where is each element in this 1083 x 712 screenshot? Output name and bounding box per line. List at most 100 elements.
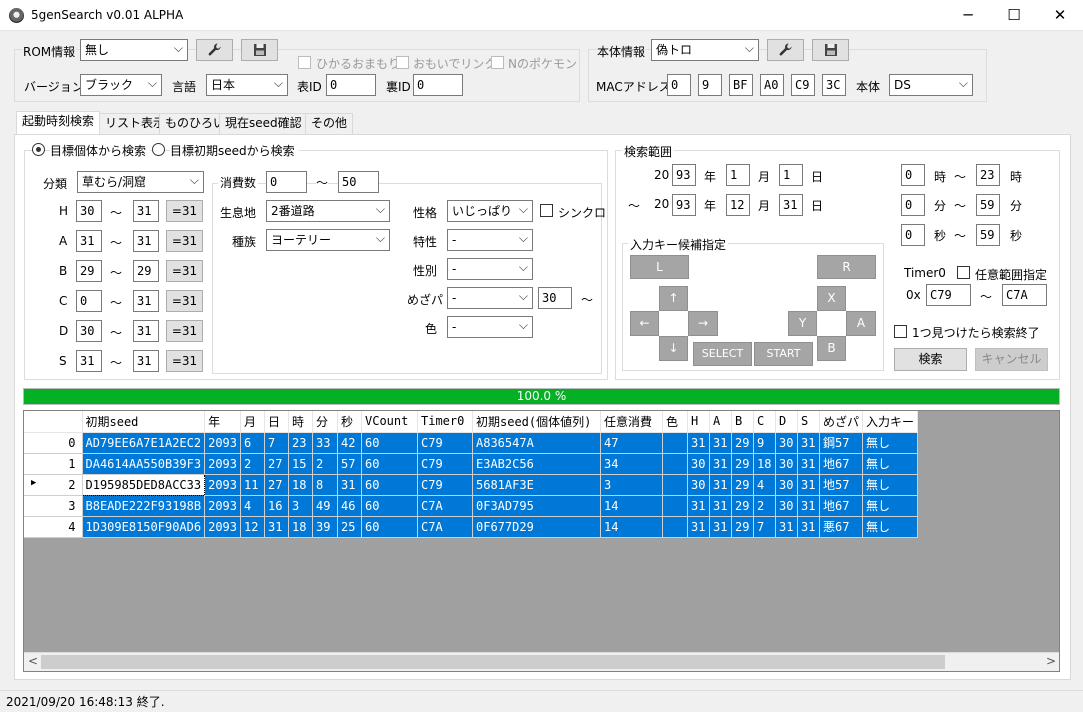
table-cell[interactable]: 31 bbox=[709, 474, 732, 496]
row-header[interactable]: ▶ 2 bbox=[24, 474, 83, 496]
table-cell[interactable]: 無し bbox=[862, 474, 919, 496]
table-cell[interactable]: C79 bbox=[417, 453, 473, 475]
table-cell[interactable]: 31 bbox=[687, 432, 710, 454]
column-header[interactable]: 任意消費 bbox=[600, 411, 663, 433]
table-cell[interactable]: 7 bbox=[264, 432, 289, 454]
column-header[interactable]: めざパ bbox=[819, 411, 864, 433]
table-cell[interactable]: 0F677D29 bbox=[472, 516, 601, 538]
table-cell[interactable]: C79 bbox=[417, 432, 473, 454]
table-cell[interactable]: 60 bbox=[361, 474, 418, 496]
table-cell[interactable]: 23 bbox=[288, 432, 313, 454]
column-header[interactable]: 色 bbox=[662, 411, 688, 433]
table-cell[interactable]: 42 bbox=[337, 432, 362, 454]
table-cell[interactable]: 18 bbox=[288, 474, 313, 496]
minimize-button[interactable]: ─ bbox=[945, 0, 991, 30]
timer0-max-input[interactable]: C7A bbox=[1002, 284, 1047, 306]
table-cell[interactable]: 57 bbox=[337, 453, 362, 475]
maximize-button[interactable]: ☐ bbox=[991, 0, 1037, 30]
front-id-input[interactable]: 0 bbox=[326, 74, 376, 96]
mode-target-individual-radio[interactable] bbox=[32, 143, 45, 156]
table-cell[interactable] bbox=[662, 432, 688, 454]
column-header[interactable]: A bbox=[709, 411, 732, 433]
row-header[interactable]: 0 bbox=[24, 432, 83, 454]
table-cell[interactable]: 地67 bbox=[819, 453, 864, 475]
stat-a-max-button[interactable]: =31 bbox=[166, 230, 203, 252]
table-cell[interactable]: 60 bbox=[361, 516, 418, 538]
cancel-button[interactable]: キャンセル bbox=[975, 348, 1048, 371]
column-header[interactable]: 入力キー bbox=[862, 411, 919, 433]
table-cell[interactable]: 30 bbox=[775, 432, 798, 454]
timer0-min-input[interactable]: C79 bbox=[926, 284, 971, 306]
table-cell[interactable]: 29 bbox=[731, 495, 754, 517]
habitat-select[interactable]: 2番道路 bbox=[266, 200, 390, 222]
row-header[interactable]: 4 bbox=[24, 516, 83, 538]
key-up-button[interactable]: ↑ bbox=[659, 286, 688, 311]
key-y-button[interactable]: Y bbox=[788, 311, 817, 336]
hour-start-input[interactable]: 0 bbox=[901, 164, 925, 186]
table-cell[interactable]: 27 bbox=[264, 453, 289, 475]
table-cell[interactable]: 2 bbox=[753, 495, 776, 517]
table-cell[interactable] bbox=[662, 453, 688, 475]
table-cell[interactable]: E3AB2C56 bbox=[472, 453, 601, 475]
color-select[interactable]: - bbox=[447, 316, 533, 338]
language-select[interactable]: 日本 bbox=[206, 74, 288, 96]
table-cell[interactable]: 39 bbox=[312, 516, 338, 538]
table-cell[interactable]: 30 bbox=[775, 474, 798, 496]
table-cell[interactable]: 無し bbox=[862, 516, 919, 538]
key-down-button[interactable]: ↓ bbox=[659, 336, 688, 361]
table-cell[interactable]: 8 bbox=[312, 474, 338, 496]
table-cell[interactable]: 30 bbox=[775, 495, 798, 517]
tab-launch-time-search[interactable]: 起動時刻検索 bbox=[16, 111, 101, 135]
table-cell[interactable]: 60 bbox=[361, 495, 418, 517]
mac-input-2[interactable]: 9 bbox=[698, 74, 722, 96]
column-header[interactable]: 年 bbox=[204, 411, 241, 433]
table-cell[interactable]: 2 bbox=[240, 453, 265, 475]
hidden-power-power-input[interactable]: 30 bbox=[538, 287, 572, 309]
table-cell[interactable]: 無し bbox=[862, 495, 919, 517]
stat-b-min-input[interactable]: 29 bbox=[76, 260, 102, 282]
table-cell[interactable]: C7A bbox=[417, 516, 473, 538]
nature-select[interactable]: いじっぱり bbox=[447, 200, 533, 222]
table-cell[interactable]: 29 bbox=[731, 432, 754, 454]
table-cell[interactable]: 29 bbox=[731, 516, 754, 538]
rom-select[interactable]: 無し bbox=[80, 39, 188, 61]
key-r-button[interactable]: R bbox=[817, 255, 876, 279]
version-select[interactable]: ブラック bbox=[80, 74, 162, 96]
table-cell[interactable]: 31 bbox=[264, 516, 289, 538]
table-cell[interactable]: 31 bbox=[775, 516, 798, 538]
mac-input-4[interactable]: A0 bbox=[760, 74, 784, 96]
column-header[interactable]: 月 bbox=[240, 411, 265, 433]
table-cell[interactable]: 49 bbox=[312, 495, 338, 517]
table-cell[interactable]: 2093 bbox=[204, 432, 241, 454]
scroll-right-icon[interactable]: > bbox=[1046, 654, 1056, 668]
table-cell[interactable]: 2093 bbox=[204, 453, 241, 475]
column-header[interactable]: Timer0 bbox=[417, 411, 473, 433]
year-start-input[interactable]: 93 bbox=[672, 164, 696, 186]
table-cell[interactable]: 31 bbox=[797, 495, 820, 517]
search-button[interactable]: 検索 bbox=[894, 348, 967, 371]
table-cell[interactable]: 31 bbox=[797, 474, 820, 496]
scroll-left-icon[interactable]: < bbox=[28, 654, 38, 668]
table-row[interactable]: 1 DA4614AA550B39F3 2093 2 27 15 2 57 60 C79 E3AB2C… bbox=[24, 453, 919, 475]
table-cell[interactable]: 31 bbox=[687, 516, 710, 538]
key-l-button[interactable]: L bbox=[630, 255, 689, 279]
table-cell[interactable]: 9 bbox=[753, 432, 776, 454]
row-header[interactable]: 3 bbox=[24, 495, 83, 517]
device-settings-button[interactable] bbox=[767, 39, 804, 61]
table-cell[interactable]: 16 bbox=[264, 495, 289, 517]
mac-input-1[interactable]: 0 bbox=[667, 74, 691, 96]
column-header[interactable]: 時 bbox=[288, 411, 313, 433]
table-cell[interactable]: 無し bbox=[862, 432, 919, 454]
column-header[interactable]: 分 bbox=[312, 411, 338, 433]
table-cell[interactable]: 地67 bbox=[819, 495, 864, 517]
table-row[interactable]: 4 1D309E8150F90AD6 2093 12 31 18 39 25 60 C7A 0F67… bbox=[24, 516, 919, 538]
device-save-button[interactable] bbox=[812, 39, 849, 61]
stat-s-max-input[interactable]: 31 bbox=[133, 350, 159, 372]
table-cell[interactable]: D195985DED8ACC33 bbox=[81, 473, 206, 496]
table-row[interactable]: 0 AD79EE6A7E1A2EC2 2093 6 7 23 33 42 60 C79 A83654… bbox=[24, 432, 919, 454]
table-row[interactable]: 3 B8EADE222F93198B 2093 4 16 3 49 46 60 C7A 0F3AD7… bbox=[24, 495, 919, 517]
second-end-input[interactable]: 59 bbox=[976, 224, 1000, 246]
horizontal-scrollbar[interactable]: < > bbox=[24, 652, 1059, 671]
table-cell[interactable]: 7 bbox=[753, 516, 776, 538]
ability-select[interactable]: - bbox=[447, 229, 533, 251]
